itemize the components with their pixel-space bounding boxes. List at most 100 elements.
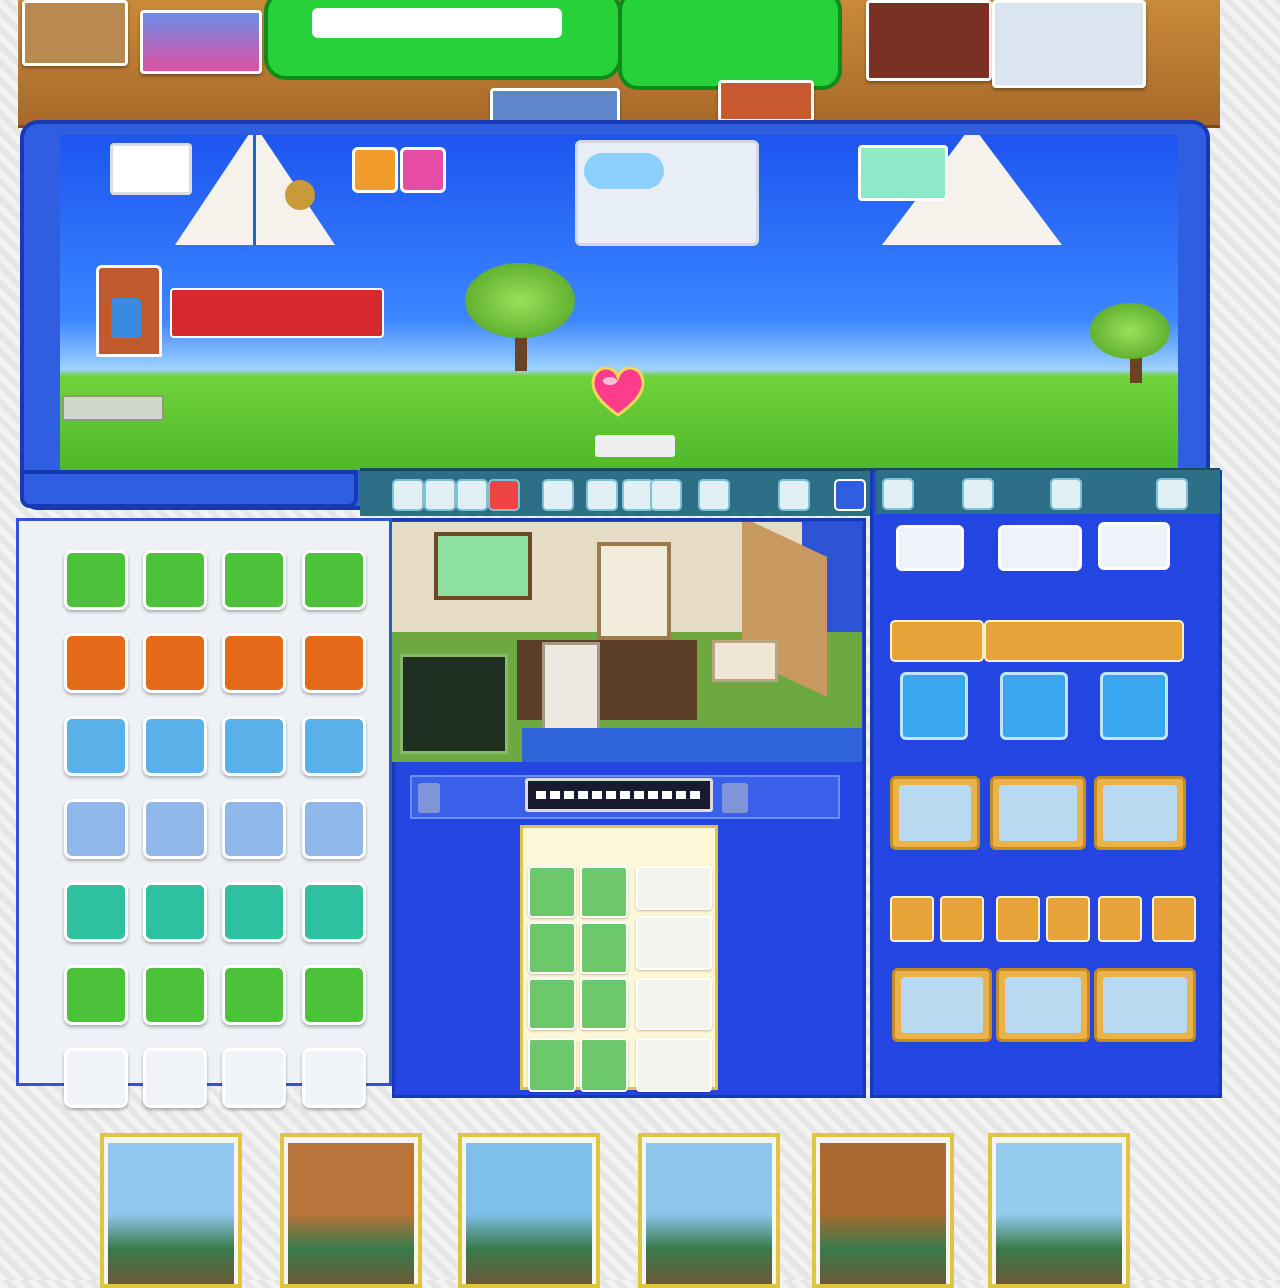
item-grid-cell[interactable] (143, 882, 207, 942)
item-grid-cell[interactable] (302, 882, 366, 942)
right-card[interactable] (1094, 776, 1186, 850)
item-grid-cell[interactable] (64, 965, 128, 1025)
item-grid-cell[interactable] (143, 550, 207, 610)
postcard[interactable] (458, 1133, 600, 1288)
tool-1-button[interactable] (392, 479, 424, 511)
scene-badge-2[interactable] (400, 147, 446, 193)
item-grid-cell[interactable] (64, 799, 128, 859)
right-tool-3-button[interactable] (1050, 478, 1082, 510)
scene-machine[interactable] (575, 140, 759, 246)
right-item[interactable] (1046, 896, 1090, 942)
tool-11-button[interactable] (834, 479, 866, 511)
item-grid-cell[interactable] (302, 1048, 366, 1108)
right-orange-bar-1[interactable] (890, 620, 984, 662)
item-grid-cell[interactable] (302, 965, 366, 1025)
item-grid-cell[interactable] (222, 1048, 286, 1108)
search-right-button[interactable] (722, 783, 748, 813)
item-grid-cell[interactable] (64, 633, 128, 693)
right-blue-tile[interactable] (900, 672, 968, 740)
right-tool-4-button[interactable] (1156, 478, 1188, 510)
item-grid-cell[interactable] (64, 1048, 128, 1108)
inventory-slot[interactable] (528, 922, 576, 974)
item-grid-cell[interactable] (64, 716, 128, 776)
game-scene[interactable] (60, 135, 1178, 470)
room-table[interactable] (712, 640, 778, 682)
right-tool-1-button[interactable] (882, 478, 914, 510)
postcard[interactable] (988, 1133, 1130, 1288)
tree-icon[interactable] (465, 263, 575, 383)
item-grid-cell[interactable] (222, 550, 286, 610)
item-grid-cell[interactable] (302, 550, 366, 610)
item-grid-cell[interactable] (222, 965, 286, 1025)
tool-6-button[interactable] (586, 479, 618, 511)
inventory-slot[interactable] (528, 1038, 576, 1092)
right-item[interactable] (1098, 896, 1142, 942)
heart-icon[interactable] (588, 361, 648, 421)
item-grid-cell[interactable] (64, 550, 128, 610)
right-card[interactable] (990, 776, 1086, 850)
postcard[interactable] (638, 1133, 780, 1288)
right-item[interactable] (1152, 896, 1196, 942)
scene-label-banner[interactable] (170, 288, 384, 338)
item-grid-cell[interactable] (302, 633, 366, 693)
right-card[interactable] (1094, 968, 1196, 1042)
inventory-slot[interactable] (636, 866, 712, 910)
tool-4-button[interactable] (488, 479, 520, 511)
inventory-slot[interactable] (580, 1038, 628, 1092)
scene-left-tab[interactable] (20, 470, 358, 508)
top-green-tab[interactable] (618, 0, 842, 90)
top-green-panel[interactable] (264, 0, 622, 80)
item-grid-cell[interactable] (222, 882, 286, 942)
item-grid-cell[interactable] (143, 799, 207, 859)
right-item[interactable] (996, 896, 1040, 942)
right-top-card-2[interactable] (998, 525, 1082, 571)
item-grid-cell[interactable] (222, 799, 286, 859)
right-blue-tile[interactable] (1000, 672, 1068, 740)
item-grid-cell[interactable] (302, 716, 366, 776)
house-icon[interactable] (96, 265, 162, 357)
inventory-slot[interactable] (636, 1038, 712, 1092)
tool-8-button[interactable] (650, 479, 682, 511)
right-card[interactable] (996, 968, 1090, 1042)
search-left-button[interactable] (418, 783, 440, 813)
postcard[interactable] (280, 1133, 422, 1288)
item-grid-cell[interactable] (143, 716, 207, 776)
item-grid-cell[interactable] (143, 633, 207, 693)
scene-badge-1[interactable] (352, 147, 398, 193)
inventory-slot[interactable] (528, 866, 576, 918)
right-card[interactable] (890, 776, 980, 850)
inventory-slot[interactable] (580, 866, 628, 918)
scene-sign[interactable] (62, 395, 164, 421)
tree-icon[interactable] (1090, 303, 1178, 383)
inventory-slot[interactable] (528, 978, 576, 1030)
inventory-slot[interactable] (580, 922, 628, 974)
right-tool-2-button[interactable] (962, 478, 994, 510)
right-top-card-3[interactable] (1098, 522, 1170, 570)
right-orange-bar-2[interactable] (984, 620, 1184, 662)
item-grid-cell[interactable] (302, 799, 366, 859)
tool-9-button[interactable] (698, 479, 730, 511)
inventory-slot[interactable] (580, 978, 628, 1030)
search-input[interactable] (525, 778, 713, 812)
right-item[interactable] (940, 896, 984, 942)
inventory-slot[interactable] (636, 978, 712, 1030)
top-thumb-1[interactable] (22, 0, 128, 66)
scene-card-1[interactable] (110, 143, 192, 195)
scene-card-2[interactable] (858, 145, 948, 201)
postcard[interactable] (812, 1133, 954, 1288)
tool-3-button[interactable] (456, 479, 488, 511)
inventory-slot[interactable] (636, 916, 712, 970)
postcard[interactable] (100, 1133, 242, 1288)
tool-10-button[interactable] (778, 479, 810, 511)
right-card[interactable] (892, 968, 992, 1042)
top-thumb-6[interactable] (718, 80, 814, 122)
item-grid-cell[interactable] (143, 1048, 207, 1108)
room-cabinet[interactable] (542, 642, 600, 734)
tool-2-button[interactable] (424, 479, 456, 511)
top-thumb-4[interactable] (992, 0, 1146, 88)
right-item[interactable] (890, 896, 934, 942)
item-grid-cell[interactable] (222, 716, 286, 776)
room-door[interactable] (597, 542, 671, 640)
item-grid-cell[interactable] (222, 633, 286, 693)
item-grid-cell[interactable] (143, 965, 207, 1025)
